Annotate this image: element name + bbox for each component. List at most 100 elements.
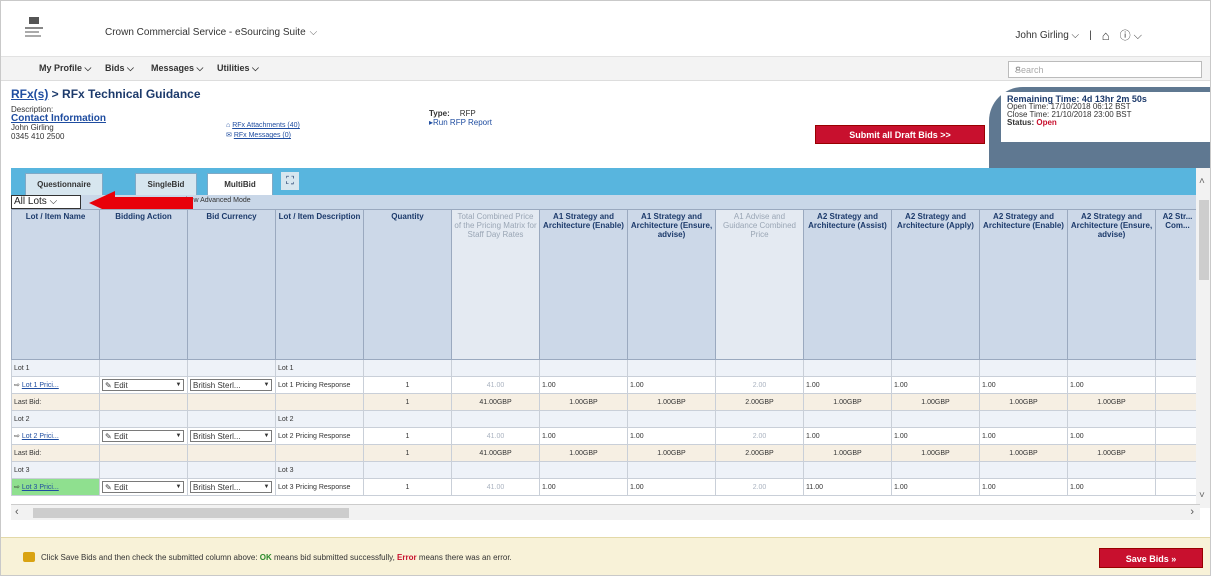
- nav-utilities[interactable]: Utilities ⌵: [217, 63, 259, 74]
- item-name-cell[interactable]: ⇨ Lot 3 Prici...: [11, 478, 100, 496]
- bidding-action-select[interactable]: ✎ Edit ▼: [102, 379, 184, 391]
- search-input[interactable]: Search ⌕: [1008, 61, 1202, 78]
- bidding-action-cell[interactable]: ✎ Edit ▼: [99, 427, 188, 445]
- nav-messages[interactable]: Messages ⌵: [151, 63, 203, 74]
- binoculars-icon[interactable]: ⛶: [281, 172, 299, 190]
- contact-information-link[interactable]: Contact Information: [11, 114, 106, 124]
- column-header: Quantity: [363, 209, 452, 360]
- price-input[interactable]: [1155, 478, 1200, 496]
- bidding-action-cell[interactable]: ✎ Edit ▼: [99, 376, 188, 394]
- vertical-scroll-thumb[interactable]: [1199, 200, 1209, 280]
- price-input[interactable]: 1.00: [891, 427, 980, 445]
- price-input[interactable]: 1.00: [539, 427, 628, 445]
- lots-select[interactable]: All Lots ⌵: [11, 195, 81, 209]
- search-icon[interactable]: ⌕: [1015, 63, 1197, 76]
- column-header: A2 Strategy and Architecture (Assist): [803, 209, 892, 360]
- currency-select[interactable]: British Sterl... ▼: [190, 481, 272, 493]
- scroll-down-icon[interactable]: ˅: [1199, 490, 1205, 501]
- last-bid-value: 2.00GBP: [715, 444, 804, 462]
- price-input[interactable]: 1.00: [1067, 478, 1156, 496]
- bidding-action-cell[interactable]: ✎ Edit ▼: [99, 478, 188, 496]
- submit-all-draft-bids-button[interactable]: Submit all Draft Bids >>: [815, 125, 985, 144]
- item-name-cell[interactable]: ⇨ Lot 1 Prici...: [11, 376, 100, 394]
- dropdown-arrow-icon[interactable]: ▼: [174, 380, 183, 390]
- messages-link[interactable]: ✉ RFx Messages (0): [226, 131, 300, 141]
- empty-cell: [363, 359, 452, 377]
- price-input[interactable]: 1.00: [891, 376, 980, 394]
- empty-cell: [363, 410, 452, 428]
- expand-icon[interactable]: ⇨: [14, 484, 22, 491]
- last-bid-row: Last Bid: 1 41.00GBP 1.00GBP 1.00GBP 2.00GBP 1…: [11, 393, 1200, 411]
- user-name[interactable]: John Girling ⌵: [1015, 30, 1079, 41]
- price-input[interactable]: 1.00: [979, 427, 1068, 445]
- currency-select[interactable]: British Sterl... ▼: [190, 379, 272, 391]
- item-name-link[interactable]: Lot 1 Prici...: [22, 382, 59, 389]
- dropdown-arrow-icon[interactable]: ▼: [174, 482, 183, 492]
- divider: |: [1089, 29, 1092, 41]
- item-name-link[interactable]: Lot 3 Prici...: [22, 484, 59, 491]
- currency-cell[interactable]: British Sterl... ▼: [187, 376, 276, 394]
- price-input[interactable]: [1155, 427, 1200, 445]
- item-name-link[interactable]: Lot 2 Prici...: [22, 433, 59, 440]
- empty-cell: [99, 444, 188, 462]
- nav-bids[interactable]: Bids ⌵: [105, 63, 134, 74]
- currency-select[interactable]: British Sterl... ▼: [190, 430, 272, 442]
- item-name-cell[interactable]: ⇨ Lot 2 Prici...: [11, 427, 100, 445]
- save-bids-button[interactable]: Save Bids »: [1099, 548, 1203, 568]
- item-description-input[interactable]: Lot 2 Pricing Response: [275, 427, 364, 445]
- vertical-scrollbar[interactable]: ˄ ˅: [1196, 168, 1210, 508]
- breadcrumb-separator: >: [48, 87, 63, 101]
- nav-my-profile[interactable]: My Profile ⌵: [39, 63, 91, 74]
- item-description-input[interactable]: Lot 1 Pricing Response: [275, 376, 364, 394]
- expand-icon[interactable]: ⇨: [14, 382, 22, 389]
- price-input[interactable]: 1.00: [539, 376, 628, 394]
- column-header: Lot / Item Name: [11, 209, 100, 360]
- empty-cell: [803, 461, 892, 479]
- price-input[interactable]: 1.00: [891, 478, 980, 496]
- tab-multibid[interactable]: MultiBid: [207, 173, 273, 195]
- price-input[interactable]: 1.00: [803, 427, 892, 445]
- dropdown-arrow-icon[interactable]: ▼: [262, 380, 271, 390]
- currency-cell[interactable]: British Sterl... ▼: [187, 478, 276, 496]
- price-input[interactable]: 1.00: [979, 478, 1068, 496]
- price-input[interactable]: 11.00: [803, 478, 892, 496]
- breadcrumb-rfxs-link[interactable]: RFx(s): [11, 87, 48, 101]
- empty-cell: [979, 359, 1068, 377]
- empty-cell: [1155, 393, 1200, 411]
- dropdown-arrow-icon[interactable]: ▼: [262, 482, 271, 492]
- attachments-link[interactable]: ⌂ RFx Attachments (40): [226, 121, 300, 131]
- last-bid-value: 1.00GBP: [979, 444, 1068, 462]
- horizontal-scroll-thumb[interactable]: [33, 508, 349, 518]
- price-input[interactable]: [1155, 376, 1200, 394]
- price-input[interactable]: 1.00: [627, 376, 716, 394]
- app-title[interactable]: Crown Commercial Service - eSourcing Sui…: [105, 27, 317, 38]
- breadcrumb: RFx(s) > RFx Technical Guidance: [11, 87, 201, 101]
- price-input[interactable]: 1.00: [627, 427, 716, 445]
- price-input[interactable]: 1.00: [979, 376, 1068, 394]
- price-input[interactable]: 1.00: [627, 478, 716, 496]
- scroll-right-icon[interactable]: ›: [1190, 506, 1194, 518]
- empty-cell: [1067, 359, 1156, 377]
- dropdown-arrow-icon[interactable]: ▼: [174, 431, 183, 441]
- home-icon[interactable]: ⌂: [1102, 28, 1110, 43]
- price-input[interactable]: 1.00: [539, 478, 628, 496]
- footer-bar: Click Save Bids and then check the submi…: [1, 537, 1210, 575]
- price-input[interactable]: 1.00: [803, 376, 892, 394]
- item-description-input[interactable]: Lot 3 Pricing Response: [275, 478, 364, 496]
- expand-icon[interactable]: ⇨: [14, 433, 22, 440]
- scroll-up-icon[interactable]: ˄: [1199, 176, 1205, 187]
- computed-price-cell: 41.00: [451, 376, 540, 394]
- help-icon[interactable]: ⓘ ⌵: [1120, 27, 1142, 43]
- scroll-left-icon[interactable]: ‹: [15, 506, 19, 518]
- price-input[interactable]: 1.00: [1067, 376, 1156, 394]
- empty-cell: [539, 461, 628, 479]
- price-input[interactable]: 1.00: [1067, 427, 1156, 445]
- bidding-action-select[interactable]: ✎ Edit ▼: [102, 481, 184, 493]
- computed-price-cell: 2.00: [715, 427, 804, 445]
- run-report-link[interactable]: ▸Run RFP Report: [429, 118, 492, 127]
- horizontal-scrollbar[interactable]: ‹ ›: [11, 504, 1200, 520]
- bidding-action-select[interactable]: ✎ Edit ▼: [102, 430, 184, 442]
- timer-panel: Remaining Time: 4d 13hr 2m 50s Open Time…: [989, 87, 1210, 173]
- dropdown-arrow-icon[interactable]: ▼: [262, 431, 271, 441]
- currency-cell[interactable]: British Sterl... ▼: [187, 427, 276, 445]
